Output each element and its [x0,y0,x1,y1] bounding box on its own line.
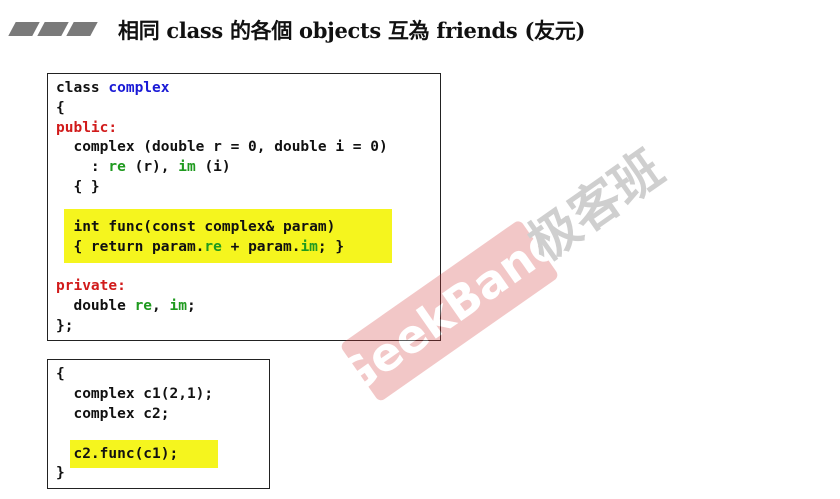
bar-2 [37,22,69,36]
usage-line-2: complex c1(2,1); [56,386,214,402]
code-line-constructor: complex (double r = 0, double i = 0) [56,139,388,155]
code-line-body: { } [56,179,100,195]
code-line-func-body: { return param.re + param.im; } [56,239,345,255]
usage-line-1: { [56,366,65,382]
usage-line-3: complex c2; [56,406,170,422]
code-line-2: { [56,100,65,116]
usage-code: { complex c1(2,1); complex c2; c2.func(c… [48,360,213,499]
code-line-private: private: [56,278,126,294]
bar-1 [8,22,40,36]
watermark-cn: 极客班 [518,139,674,273]
usage-line-end: } [56,465,65,481]
bar-3 [66,22,98,36]
class-definition-code-box: class complex { public: complex (double … [47,73,441,341]
code-line-members: double re, im; [56,298,196,314]
usage-code-box: { complex c1(2,1); complex c2; c2.func(c… [47,359,270,489]
code-line-public: public: [56,120,118,136]
code-line-func-sig: int func(const complex& param) [56,219,336,235]
slide-bullet-bars [8,22,100,36]
code-line-end: }; [56,318,74,334]
usage-line-call: c2.func(c1); [56,446,179,462]
class-code: class complex { public: complex (double … [48,74,388,334]
slide-title: 相同 class 的各個 objects 互為 friends (友元) [118,18,586,43]
code-line-initializer: : re (r), im (i) [56,159,231,175]
code-line-1: class complex [56,80,170,96]
